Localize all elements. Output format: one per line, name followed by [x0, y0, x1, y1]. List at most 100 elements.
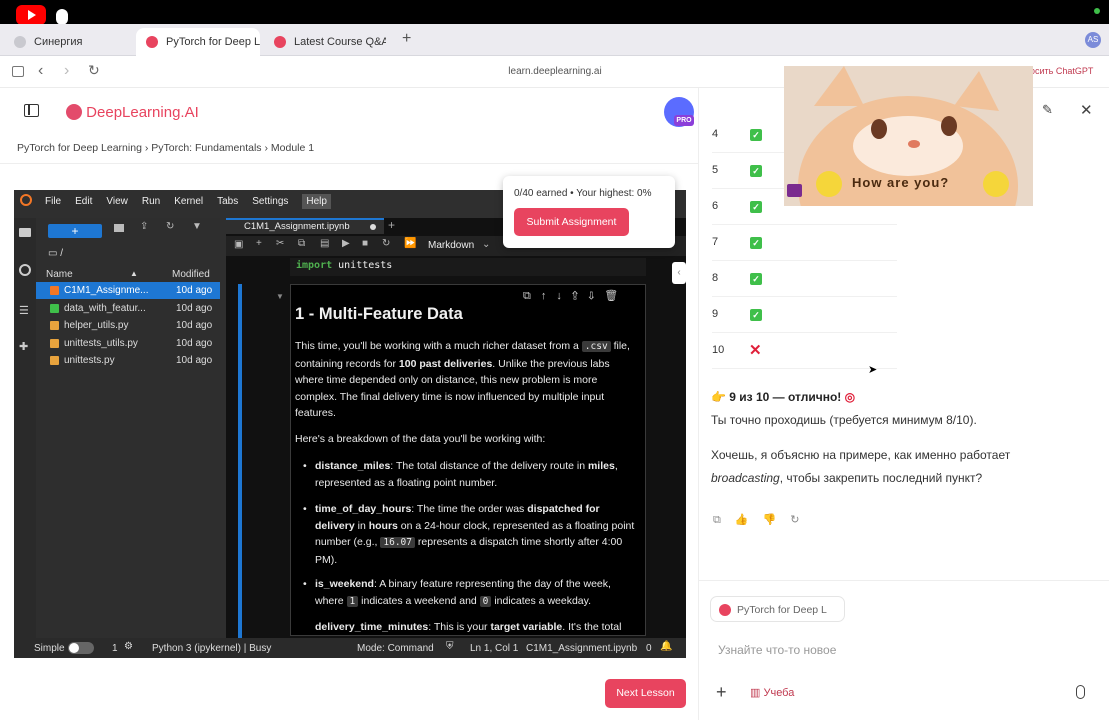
back-icon[interactable]: ‹: [38, 62, 43, 80]
insert-above-icon[interactable]: ⇪: [572, 290, 588, 302]
submit-assignment-button[interactable]: Submit Assignment: [514, 208, 629, 236]
context-chip[interactable]: PyTorch for Deep L: [710, 596, 845, 622]
running-icon[interactable]: [19, 264, 31, 276]
paste-icon[interactable]: ▤: [320, 238, 329, 249]
collapse-icon[interactable]: ▼: [276, 292, 284, 301]
refresh-icon[interactable]: ↻: [166, 221, 174, 232]
add-attachment-icon[interactable]: +: [716, 682, 727, 703]
file-row[interactable]: data_with_featur... 10d ago: [36, 300, 220, 317]
tab-course-qa[interactable]: Latest Course Q&A/F: [264, 28, 386, 56]
unsaved-dot-icon[interactable]: [370, 224, 376, 230]
video-overlay[interactable]: How are you?: [784, 66, 1033, 206]
deeplearning-logo-icon: [274, 36, 286, 48]
simple-mode-toggle[interactable]: [68, 642, 94, 654]
youtube-icon[interactable]: [16, 5, 46, 25]
jupyter-activity-bar: ☰ ✚: [14, 218, 36, 638]
study-mode-button[interactable]: ▥ Учеба: [750, 686, 794, 699]
copy-icon[interactable]: ⧉: [713, 514, 735, 526]
forward-icon[interactable]: ›: [64, 62, 69, 80]
menu-settings[interactable]: Settings: [252, 196, 288, 207]
move-up-icon[interactable]: ↑: [541, 290, 557, 302]
file-row[interactable]: C1M1_Assignme... 10d ago: [36, 282, 220, 299]
run-all-icon[interactable]: ⏩: [404, 238, 416, 249]
extension-icon[interactable]: ✚: [19, 340, 28, 353]
menu-help[interactable]: Help: [302, 194, 331, 209]
new-folder-icon[interactable]: [114, 224, 124, 232]
url-field[interactable]: learn.deeplearning.ai: [480, 66, 630, 77]
code-cell[interactable]: import unittests: [290, 258, 646, 276]
stop-icon[interactable]: ■: [362, 238, 368, 249]
file-row[interactable]: unittests_utils.py 10d ago: [36, 335, 220, 352]
add-tab-icon[interactable]: +: [388, 218, 395, 232]
menu-file[interactable]: File: [45, 196, 61, 207]
sidebar-toggle-icon[interactable]: [12, 66, 24, 77]
cell-selection-bar: [238, 284, 242, 638]
file-icon: [50, 338, 59, 348]
restart-icon[interactable]: ↻: [382, 238, 390, 249]
move-down-icon[interactable]: ↓: [556, 290, 572, 302]
list-item: • delivery_time_minutes: This is your ta…: [315, 619, 635, 635]
edit-icon[interactable]: ✎: [1042, 102, 1053, 118]
chat-line: Ты точно проходишь (требуется минимум 8/…: [711, 413, 977, 427]
path-breadcrumb[interactable]: ▭ /: [48, 248, 63, 259]
column-modified[interactable]: Modified: [172, 269, 210, 280]
duplicate-icon[interactable]: ⧉: [523, 290, 541, 302]
cut-icon[interactable]: ✂: [276, 238, 284, 249]
italic-text: broadcasting: [711, 471, 780, 485]
brand-logo[interactable]: DeepLearning.AI: [66, 101, 199, 121]
thumbs-down-icon[interactable]: 👎: [763, 514, 791, 526]
menu-tabs[interactable]: Tabs: [217, 196, 238, 207]
menu-run[interactable]: Run: [142, 196, 160, 207]
app-icon[interactable]: [56, 9, 68, 25]
breadcrumb-item[interactable]: PyTorch for Deep Learning: [17, 142, 142, 154]
copy-icon[interactable]: ⧉: [298, 238, 305, 249]
filter-icon[interactable]: ▼: [192, 221, 202, 232]
next-lesson-button[interactable]: Next Lesson: [605, 679, 686, 708]
notebook-tab[interactable]: C1M1_Assignment.ipynb: [226, 218, 384, 234]
folder-icon[interactable]: [19, 228, 31, 237]
kernel-status[interactable]: Python 3 (ipykernel) | Busy: [152, 643, 271, 654]
run-icon[interactable]: ▶: [342, 238, 350, 249]
regenerate-icon[interactable]: ↻: [790, 514, 813, 526]
breadcrumb-item[interactable]: PyTorch: Fundamentals: [151, 142, 261, 154]
inline-code: 16.07: [380, 537, 415, 548]
delete-icon[interactable]: 🗑: [604, 290, 628, 302]
file-modified: 10d ago: [176, 302, 213, 314]
close-icon[interactable]: ✕: [1080, 101, 1093, 119]
tab-pytorch[interactable]: PyTorch for Deep Le: [136, 28, 260, 56]
answer-number: 10: [712, 344, 725, 356]
thumbs-up-icon[interactable]: 👍: [735, 514, 763, 526]
tab-label: Latest Course Q&A/F: [294, 36, 386, 48]
jupyter-status-bar: Simple 1 ⚙ Python 3 (ipykernel) | Busy M…: [14, 638, 686, 658]
tab-sinergiya[interactable]: Синергия: [4, 28, 134, 56]
breadcrumb-item[interactable]: Module 1: [271, 142, 314, 154]
bell-icon[interactable]: 🔔: [660, 641, 672, 652]
cursor-position[interactable]: Ln 1, Col 1: [470, 643, 518, 654]
new-tab-button[interactable]: +: [402, 30, 411, 48]
new-launcher-button[interactable]: +: [48, 224, 102, 238]
menu-edit[interactable]: Edit: [75, 196, 92, 207]
file-row[interactable]: helper_utils.py 10d ago: [36, 317, 220, 334]
file-icon: [50, 356, 59, 366]
text: : The total distance of the delivery rou…: [390, 460, 588, 472]
chatgpt-hint[interactable]: осить ChatGPT: [1030, 66, 1093, 76]
insert-below-icon[interactable]: ⇩: [588, 290, 604, 302]
microphone-icon[interactable]: [1076, 685, 1085, 699]
menu-icon[interactable]: [24, 104, 39, 117]
profile-avatar[interactable]: AS: [1085, 32, 1101, 48]
toc-icon[interactable]: ☰: [19, 304, 29, 317]
cell-type-select[interactable]: Markdown: [428, 240, 474, 251]
file-row[interactable]: unittests.py 10d ago: [36, 352, 220, 369]
menu-kernel[interactable]: Kernel: [174, 196, 203, 207]
save-icon[interactable]: ▣: [234, 239, 243, 250]
check-icon: ✓: [750, 165, 762, 177]
markdown-cell[interactable]: ⧉↑↓⇪⇩🗑 1 - Multi-Feature Data This time,…: [290, 284, 646, 636]
chat-input[interactable]: Узнайте что-то новое: [718, 643, 836, 657]
menu-view[interactable]: View: [106, 196, 128, 207]
right-collapse-icon[interactable]: ‹: [672, 262, 686, 284]
reload-icon[interactable]: ↻: [88, 62, 100, 79]
column-name[interactable]: Name: [46, 269, 73, 280]
pro-avatar[interactable]: PRO: [664, 97, 694, 127]
insert-cell-icon[interactable]: +: [256, 238, 262, 249]
upload-icon[interactable]: ⇪: [140, 221, 148, 232]
